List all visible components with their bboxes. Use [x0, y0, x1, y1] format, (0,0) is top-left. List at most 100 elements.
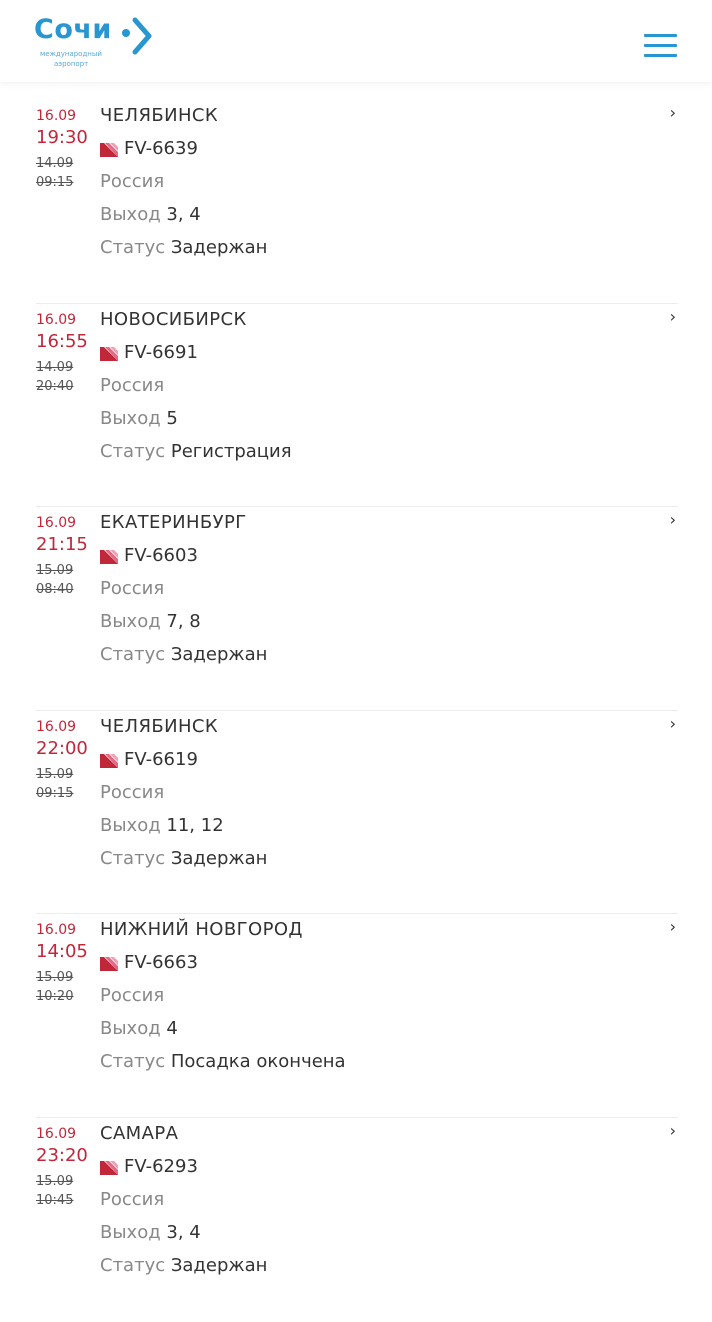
status-row: Статус Регистрация [100, 439, 640, 465]
flight-row[interactable]: 16.09 19:30 14.09 09:15 ЧЕЛЯБИНСК FV-663… [36, 100, 678, 304]
logo-arrow-icon [132, 17, 152, 55]
status-row: Статус Задержан [100, 235, 640, 261]
new-time: 16:55 [36, 330, 88, 352]
flight-info: ЕКАТЕРИНБУРГ FV-6603 Россия Выход 7, 8 С… [100, 510, 640, 668]
flight-number: FV-6663 [124, 952, 198, 974]
status-value: Задержан [170, 237, 268, 258]
airline-logo-icon [100, 550, 118, 565]
destination-city: ЧЕЛЯБИНСК [100, 105, 219, 126]
new-time: 23:20 [36, 1144, 88, 1166]
gate-value: 3, 4 [166, 1221, 201, 1243]
status-label: Статус [100, 237, 166, 258]
flight-number-row: FV-6691 [100, 340, 640, 366]
flight-times: 16.09 16:55 14.09 20:40 [36, 311, 96, 396]
original-time: 20:40 [36, 378, 74, 394]
airline-logo-icon [100, 753, 118, 768]
flight-info: НОВОСИБИРСК FV-6691 Россия Выход 5 Стату… [100, 307, 640, 465]
status-row: Статус Посадка окончена [100, 1049, 640, 1075]
flight-times: 16.09 23:20 15.09 10:45 [36, 1125, 96, 1210]
flight-row[interactable]: 16.09 16:55 14.09 20:40 НОВОСИБИРСК FV-6… [36, 304, 678, 508]
flight-number-row: FV-6663 [100, 950, 640, 976]
flight-times: 16.09 21:15 15.09 08:40 [36, 514, 96, 599]
chevron-right-icon[interactable]: › [670, 1121, 676, 1141]
country: Россия [100, 374, 165, 396]
flight-row[interactable]: 16.09 21:15 15.09 08:40 ЕКАТЕРИНБУРГ FV-… [36, 507, 678, 711]
flight-number: FV-6293 [124, 1155, 198, 1177]
flight-number-row: FV-6639 [100, 136, 640, 162]
flight-number: FV-6639 [124, 138, 198, 159]
gate-row: Выход 5 [100, 406, 640, 432]
status-label: Статус [100, 1254, 166, 1276]
new-date: 16.09 [36, 311, 77, 328]
new-time: 22:00 [36, 737, 88, 759]
menu-bar [644, 34, 677, 37]
flight-times: 16.09 19:30 14.09 09:15 [36, 107, 96, 192]
airport-logo[interactable]: Сочи международный аэропорт [34, 14, 164, 76]
chevron-right-icon[interactable]: › [670, 917, 676, 937]
flight-row[interactable]: 16.09 23:20 15.09 10:45 САМАРА FV-6293 Р… [36, 1118, 678, 1322]
gate-row: Выход 4 [100, 1016, 640, 1042]
gate-row: Выход 11, 12 [100, 813, 640, 839]
menu-bar [644, 44, 677, 47]
logo-subtitle-line1: международный [40, 50, 102, 58]
chevron-right-icon[interactable]: › [670, 714, 676, 734]
status-value: Регистрация [170, 440, 292, 462]
status-value: Задержан [170, 847, 268, 869]
site-header: Сочи международный аэропорт [0, 0, 712, 82]
new-date: 16.09 [36, 1125, 77, 1142]
flight-info: САМАРА FV-6293 Россия Выход 3, 4 Статус … [100, 1121, 640, 1279]
logo-wordmark: Сочи [34, 14, 112, 45]
gate-label: Выход [100, 1018, 161, 1040]
gate-label: Выход [100, 407, 161, 429]
logo-subtitle-line2: аэропорт [54, 60, 89, 68]
status-row: Статус Задержан [100, 846, 640, 872]
gate-label: Выход [100, 1221, 161, 1243]
gate-value: 11, 12 [166, 814, 224, 836]
destination-city: ЕКАТЕРИНБУРГ [100, 512, 247, 534]
original-date: 14.09 [36, 359, 74, 375]
flight-row[interactable]: 16.09 14:05 15.09 10:20 НИЖНИЙ НОВГОРОД … [36, 914, 678, 1118]
original-time: 10:45 [36, 1192, 74, 1208]
gate-row: Выход 3, 4 [100, 202, 640, 228]
original-date: 14.09 [36, 156, 74, 171]
original-date: 15.09 [36, 970, 74, 986]
original-time: 08:40 [36, 582, 74, 598]
airline-logo-icon [100, 1160, 118, 1175]
logo-dot [122, 29, 130, 37]
flight-times: 16.09 14:05 15.09 10:20 [36, 921, 96, 1006]
status-label: Статус [100, 847, 166, 869]
chevron-right-icon[interactable]: › [670, 510, 676, 530]
country: Россия [100, 1188, 165, 1210]
gate-label: Выход [100, 204, 161, 225]
new-time: 19:30 [36, 127, 88, 148]
country: Россия [100, 781, 165, 803]
flight-number-row: FV-6603 [100, 543, 640, 569]
hamburger-menu-icon[interactable] [644, 34, 677, 58]
flight-number: FV-6619 [124, 748, 198, 770]
chevron-right-icon[interactable]: › [670, 103, 676, 123]
new-date: 16.09 [36, 922, 77, 939]
status-label: Статус [100, 1051, 166, 1073]
status-value: Посадка окончена [170, 1051, 346, 1073]
gate-label: Выход [100, 814, 161, 836]
new-time: 14:05 [36, 941, 88, 963]
destination-city: НОВОСИБИРСК [100, 308, 247, 330]
chevron-right-icon[interactable]: › [670, 307, 676, 327]
destination-city: НИЖНИЙ НОВГОРОД [100, 919, 303, 941]
country: Россия [100, 171, 165, 192]
country: Россия [100, 578, 165, 600]
original-date: 15.09 [36, 1173, 74, 1189]
gate-value: 7, 8 [166, 611, 201, 633]
original-date: 15.09 [36, 563, 74, 579]
flight-number-row: FV-6619 [100, 747, 640, 773]
flight-times: 16.09 22:00 15.09 09:15 [36, 718, 96, 803]
original-time: 10:20 [36, 989, 74, 1005]
flight-info: ЧЕЛЯБИНСК FV-6619 Россия Выход 11, 12 Ст… [100, 714, 640, 872]
new-date: 16.09 [36, 515, 77, 532]
country: Россия [100, 985, 165, 1007]
flight-row[interactable]: 16.09 22:00 15.09 09:15 ЧЕЛЯБИНСК FV-661… [36, 711, 678, 915]
original-date: 15.09 [36, 766, 74, 782]
flight-number-row: FV-6293 [100, 1154, 640, 1180]
flight-list: 16.09 19:30 14.09 09:15 ЧЕЛЯБИНСК FV-663… [36, 100, 678, 1322]
status-label: Статус [100, 644, 166, 666]
